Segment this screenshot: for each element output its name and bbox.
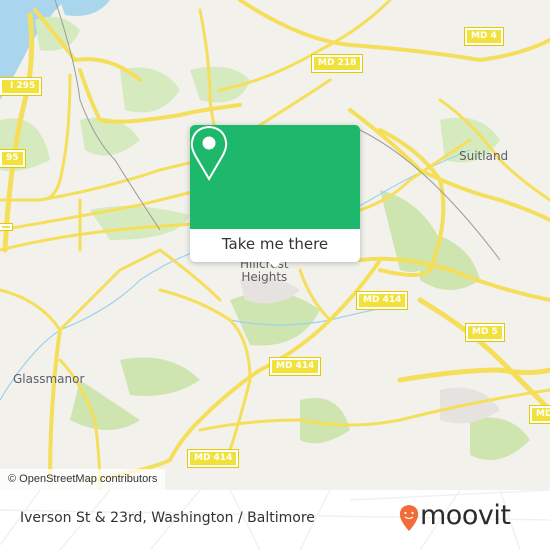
park-area [420,230,480,290]
road-shield-md5: MD 5 [465,323,505,342]
popup-pointer [267,260,283,268]
road-shield-md414-east: MD 414 [355,291,409,310]
road-shield-md218: MD 218 [310,54,364,73]
road-shield-md414-middle: MD 414 [268,357,322,376]
place-label-glassmanor: Glassmanor [13,372,85,386]
road-shield-md414-south: MD 414 [186,449,240,468]
road-shield-i295-partial: 95 [0,149,26,168]
road-shield-partial-left [0,223,13,231]
footer-bar: Iverson St & 23rd, Washington / Baltimor… [0,490,550,550]
location-popup: Take me there [190,125,360,268]
road-shield-md-partial: MD [528,405,550,424]
map-attribution[interactable]: © OpenStreetMap contributors [0,469,166,490]
take-me-there-button[interactable]: Take me there [190,229,360,262]
park-area [35,16,80,51]
road-shield-md4: MD 4 [464,27,504,46]
moovit-smiley-pin-icon [399,505,419,531]
moovit-wordmark: moovit [420,500,511,531]
park-area [470,417,530,460]
popup-header [190,125,360,229]
stop-title: Iverson St & 23rd, Washington / Baltimor… [20,510,315,526]
map-pin-icon [190,125,228,181]
river-water-north [60,0,110,16]
park-area [120,357,200,396]
road-shield-i295: I 295 [0,77,43,96]
place-label-suitland: Suitland [459,149,509,163]
map-view[interactable]: Suitland Hillcrest Heights Glassmanor MD… [0,0,550,490]
place-label-line: Heights [241,270,288,284]
